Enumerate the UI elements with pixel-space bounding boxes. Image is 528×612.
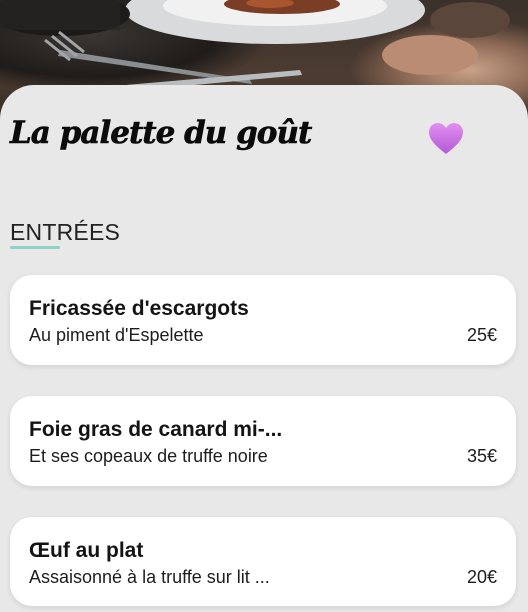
dish-price: 25€ [466, 325, 497, 345]
section-underline [10, 246, 60, 249]
dish-description: Au piment d'Espelette [29, 325, 204, 345]
section-title-entrees: ENTRÉES [10, 219, 121, 245]
restaurant-title: La palette du goût [10, 115, 313, 151]
heart-icon [429, 123, 463, 154]
menu-item-card[interactable]: Fricassée d'escargots Au piment d'Espele… [10, 275, 516, 365]
menu-item-card[interactable]: Œuf au plat Assaisonné à la truffe sur l… [10, 517, 516, 606]
dish-name: Foie gras de canard mi-... [29, 418, 283, 441]
dish-description: Assaisonné à la truffe sur lit ... [29, 567, 270, 587]
dish-description: Et ses copeaux de truffe noire [29, 446, 268, 466]
dish-name: Œuf au plat [29, 539, 144, 562]
dish-price: 20€ [466, 567, 497, 587]
dish-name: Fricassée d'escargots [29, 297, 249, 320]
menu-item-card[interactable]: Foie gras de canard mi-... Et ses copeau… [10, 396, 516, 486]
favorite-button[interactable] [428, 122, 464, 156]
app-screen: La palette du goût ENTRÉES Fricassée d'e… [0, 0, 528, 612]
dish-price: 35€ [466, 446, 497, 466]
